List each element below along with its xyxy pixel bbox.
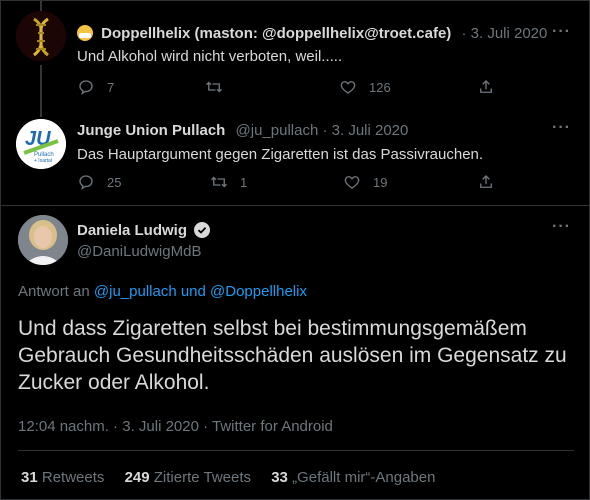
- likes-stat[interactable]: 33 „Gefällt mir“-Angaben: [271, 469, 435, 486]
- heart-icon: [340, 81, 356, 94]
- thread-line: [40, 65, 42, 117]
- thread-line: [40, 1, 42, 11]
- share-button[interactable]: [477, 78, 507, 96]
- more-icon[interactable]: ···: [552, 23, 571, 41]
- svg-text:+ Isartal: + Isartal: [34, 158, 52, 164]
- like-button[interactable]: 126: [339, 78, 391, 96]
- tweet-header: Junge Union Pullach @ju_pullach · 3. Jul…: [77, 122, 408, 139]
- profile-photo-icon: [18, 215, 68, 265]
- handle-date: @ju_pullach · 3. Juli 2020: [235, 122, 409, 139]
- divider: [18, 450, 574, 451]
- handle-date: · 3. Juli 2020: [461, 25, 548, 42]
- tweet-thread: Doppellhelix (maston: @doppellhelix@troe…: [0, 0, 590, 500]
- retweets-stat[interactable]: 31 Retweets: [21, 469, 109, 486]
- like-count: 19: [373, 174, 388, 190]
- avatar[interactable]: [16, 11, 66, 61]
- quotes-stat[interactable]: 249 Zitierte Tweets: [125, 469, 256, 486]
- engagement-stats: 31 Retweets 249 Zitierte Tweets 33 „Gefä…: [21, 469, 435, 486]
- more-icon[interactable]: ···: [552, 218, 571, 236]
- divider: [1, 205, 590, 206]
- retweet-button[interactable]: [205, 78, 235, 96]
- avatar[interactable]: JU Pullach + Isartal: [16, 119, 66, 169]
- retweets-count: 31: [21, 469, 38, 486]
- emoji-mask-icon: [77, 25, 93, 41]
- display-name[interactable]: Doppellhelix (maston: @doppellhelix@troe…: [101, 25, 451, 42]
- reply-button[interactable]: 7: [77, 78, 114, 96]
- tweet-header: Doppellhelix (maston: @doppellhelix@troe…: [77, 25, 567, 42]
- retweet-button[interactable]: 1: [210, 173, 247, 191]
- reply-targets-link[interactable]: @ju_pullach und @Doppellhelix: [94, 283, 307, 300]
- author-name-row: Daniela Ludwig: [77, 222, 211, 239]
- tweet-meta[interactable]: 12:04 nachm. · 3. Juli 2020 · Twitter fo…: [18, 418, 333, 435]
- reply-icon: [79, 175, 93, 190]
- reply-context: Antwort an @ju_pullach und @Doppellhelix: [18, 283, 307, 300]
- reply-count: 7: [107, 79, 115, 95]
- heart-icon: [344, 176, 360, 189]
- dna-avatar-icon: [16, 11, 66, 61]
- retweets-label: Retweets: [41, 469, 105, 486]
- retweet-icon: [211, 176, 227, 188]
- retweet-icon: [206, 81, 222, 93]
- share-icon: [480, 175, 492, 188]
- share-icon: [480, 80, 492, 93]
- verified-badge-icon: [194, 222, 211, 238]
- tweet-actions: 25 1 19: [77, 173, 507, 193]
- reply-count: 25: [107, 174, 122, 190]
- like-button[interactable]: 19: [343, 173, 387, 191]
- display-name[interactable]: Daniela Ludwig: [77, 222, 187, 239]
- likes-label: „Gefällt mir“-Angaben: [292, 469, 436, 486]
- reply-button[interactable]: 25: [77, 173, 121, 191]
- avatar[interactable]: [18, 215, 68, 265]
- share-button[interactable]: [477, 173, 507, 191]
- likes-count: 33: [271, 469, 288, 486]
- tweet-actions: 7 126: [77, 78, 507, 98]
- quotes-count: 249: [124, 469, 150, 486]
- retweet-count: 1: [240, 174, 248, 190]
- display-name[interactable]: Junge Union Pullach: [77, 122, 225, 139]
- ju-logo-icon: JU Pullach + Isartal: [16, 119, 66, 169]
- quotes-label: Zitierte Tweets: [153, 469, 252, 486]
- tweet-text: Das Hauptargument gegen Zigaretten ist d…: [77, 146, 484, 163]
- main-tweet-text: Und dass Zigaretten selbst bei bestimmun…: [18, 317, 567, 394]
- tweet-text: Und Alkohol wird nicht verboten, weil...…: [77, 48, 343, 65]
- like-count: 126: [369, 79, 391, 95]
- more-icon[interactable]: ···: [552, 119, 571, 137]
- reply-icon: [79, 80, 93, 95]
- handle[interactable]: @DaniLudwigMdB: [77, 243, 201, 260]
- reply-prefix: Antwort an: [18, 283, 90, 300]
